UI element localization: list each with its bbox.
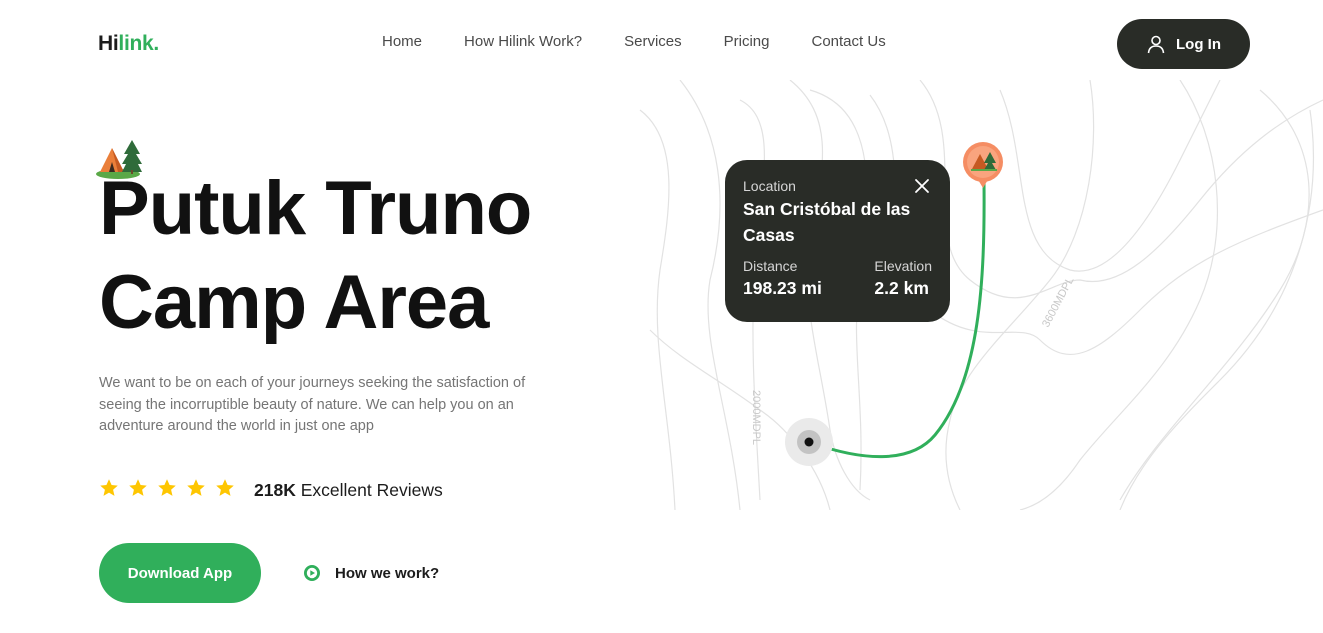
star-icon [158,479,176,496]
nav-services[interactable]: Services [624,33,682,50]
popup-stats: Distance 198.23 mi Elevation 2.2 km [743,258,932,299]
rating-stars [99,478,235,498]
reviews-text: 218K Excellent Reviews [254,480,443,501]
login-button[interactable]: Log In [1117,19,1250,69]
logo-part2: link. [118,32,159,55]
hero-title-line1: Putuk Truno [99,166,532,251]
star-icon [100,479,118,496]
destination-pin-icon[interactable] [963,142,1003,188]
logo-part1: Hi [98,32,119,55]
download-app-button[interactable]: Download App [99,543,261,603]
distance-stat: Distance 198.23 mi [743,258,822,299]
hero-title: Putuk Truno Camp Area [99,162,532,350]
hero-description: We want to be on each of your journeys s… [99,375,526,434]
contour-label-2000: 2000MDPL [750,390,762,445]
nav-contact-us[interactable]: Contact Us [812,33,886,50]
distance-value: 198.23 mi [743,278,822,298]
hero-title-line2: Camp Area [99,260,489,345]
logo[interactable]: Hilink. [98,32,159,56]
how-we-work-link[interactable]: How we work? [303,564,439,582]
close-icon[interactable] [914,178,930,194]
user-icon [1147,35,1165,54]
elevation-label: Elevation [874,258,932,274]
star-icon [187,479,205,496]
how-we-work-label: How we work? [335,564,440,582]
location-label: Location [743,178,796,194]
elevation-stat: Elevation 2.2 km [874,258,932,299]
reviews-count: 218K [254,480,296,500]
login-label: Log In [1176,35,1221,53]
nav-how-hilink-work[interactable]: How Hilink Work? [464,33,582,50]
location-popup: Location San Cristóbal de las Casas Dist… [725,160,950,322]
main-nav: Home How Hilink Work? Services Pricing C… [382,33,928,50]
location-value: San Cristóbal de las Casas [743,199,911,245]
distance-label: Distance [743,258,798,274]
nav-home[interactable]: Home [382,33,422,50]
reviews-label: Excellent Reviews [300,480,443,500]
play-icon [304,565,320,581]
start-location-marker[interactable] [785,418,833,466]
elevation-value: 2.2 km [874,278,929,298]
nav-pricing[interactable]: Pricing [724,33,770,50]
star-icon [216,479,234,496]
star-icon [129,479,147,496]
contour-label-3600: 3600MDPL [1040,275,1076,329]
